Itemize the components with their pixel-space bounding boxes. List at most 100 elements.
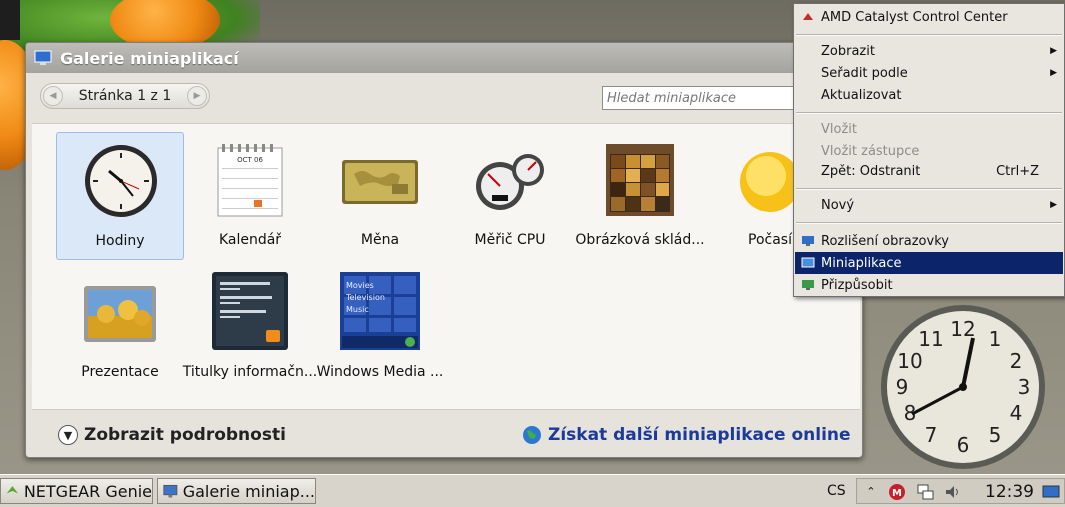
menu-item-vlozit: Vložit (795, 118, 1063, 140)
taskbar-button-label: Galerie miniap... (182, 481, 315, 501)
volume-icon[interactable] (943, 482, 963, 502)
svg-text:3: 3 (1018, 375, 1031, 399)
menu-item-label: Seřadit podle (821, 65, 908, 81)
submenu-arrow-icon: ▶ (1050, 68, 1057, 78)
menu-item-aktualizovat[interactable]: Aktualizovat (795, 84, 1063, 106)
gadget-gallery-window: Galerie miniaplikací ◀ Stránka 1 z 1 ▶ H… (25, 42, 863, 458)
netgear-icon (6, 486, 19, 494)
window-title-bar[interactable]: Galerie miniaplikací (26, 43, 862, 73)
menu-item-rozliseni-obrazovky[interactable]: Rozlišení obrazovky (795, 230, 1063, 252)
menu-separator (796, 222, 1062, 224)
svg-text:9: 9 (896, 375, 909, 399)
chevron-down-icon: ▼ (58, 425, 78, 445)
taskbar-button-netgear[interactable]: NETGEAR Genie (0, 478, 153, 504)
gadget-tile-cpu[interactable]: Měřič CPU (446, 132, 574, 260)
menu-item-novy[interactable]: Nový ▶ (795, 194, 1063, 216)
windows-media-center-icon: Movies Television Music (340, 272, 420, 350)
menu-item-prizpusobit[interactable]: Přizpůsobit (795, 274, 1063, 296)
gadget-tile-mena[interactable]: Měna (316, 132, 444, 260)
menu-item-vlozit-zastupce: Vložit zástupce (795, 140, 1063, 162)
gadget-tile-hodiny[interactable]: Hodiny (56, 132, 184, 260)
search-input[interactable] (602, 86, 802, 110)
show-details-label: Zobrazit podrobnosti (84, 425, 286, 445)
menu-separator (796, 112, 1062, 114)
slideshow-icon (84, 286, 156, 342)
gadget-gallery-icon (34, 50, 52, 65)
svg-text:5: 5 (989, 423, 1002, 447)
show-hidden-icons-icon[interactable]: ⌃ (861, 482, 881, 502)
page-indicator: Stránka 1 z 1 (78, 88, 172, 104)
menu-item-seradit-podle[interactable]: Seřadit podle ▶ (795, 62, 1063, 84)
menu-item-label: Vložit (821, 121, 857, 137)
menu-item-miniaplikace[interactable]: Miniaplikace (795, 252, 1063, 274)
feed-headlines-icon (212, 272, 288, 350)
gadget-label: Kalendář (218, 232, 282, 248)
svg-text:M: M (892, 488, 902, 499)
menu-item-label: Miniaplikace (821, 255, 902, 271)
media-menu-item: Music (346, 305, 369, 314)
desktop-context-menu: AMD Catalyst Control Center Zobrazit ▶ S… (793, 3, 1065, 297)
gadget-tile-puzzle[interactable]: Obrázková sklád... (575, 132, 705, 260)
svg-text:2: 2 (1010, 349, 1023, 373)
menu-item-zpet-odstranit[interactable]: Zpět: Odstranit Ctrl+Z (795, 160, 1063, 182)
gadgets-icon (801, 257, 815, 268)
language-indicator[interactable]: CS (827, 483, 846, 499)
gadget-label: Windows Media ... (316, 364, 444, 380)
gadget-tile-prezentace[interactable]: Prezentace (56, 264, 184, 392)
window-title: Galerie miniaplikací (60, 48, 239, 68)
system-tray: ⌃ M 12:39 (856, 478, 1065, 504)
page-navigator: ◀ Stránka 1 z 1 ▶ (40, 83, 210, 109)
next-page-button[interactable]: ▶ (186, 86, 207, 106)
menu-shortcut: Ctrl+Z (996, 163, 1039, 179)
menu-item-label: Nový (821, 197, 855, 213)
show-details-button[interactable]: ▼ Zobrazit podrobnosti (58, 425, 286, 445)
amd-icon (803, 13, 813, 20)
picture-puzzle-icon (606, 144, 674, 216)
gadget-label: Prezentace (81, 364, 159, 380)
menu-item-amd-catalyst[interactable]: AMD Catalyst Control Center (795, 6, 1063, 28)
gadget-label: Měřič CPU (474, 232, 546, 248)
svg-text:7: 7 (925, 423, 938, 447)
media-menu-item: Television (345, 293, 385, 302)
submenu-arrow-icon: ▶ (1050, 200, 1057, 210)
globe-icon (523, 426, 541, 444)
taskbar: NETGEAR Genie Galerie miniap... CS ⌃ M 1… (0, 474, 1065, 507)
gadget-tile-windows-media[interactable]: Movies Television Music Windows Media ..… (316, 264, 444, 392)
gadget-tile-titulky[interactable]: Titulky informačn... (183, 264, 317, 392)
menu-item-label: Aktualizovat (821, 87, 902, 103)
gadget-tile-kalendar[interactable]: OCT 06 Kalendář (186, 132, 314, 260)
gadget-grid: Hodiny OCT 06 Kalendář Měna Měřič CPU Ob… (32, 123, 860, 410)
wallpaper-shadow (0, 0, 20, 40)
menu-separator (796, 188, 1062, 190)
gadget-label: Titulky informačn... (182, 364, 318, 380)
svg-text:4: 4 (1010, 401, 1023, 425)
svg-text:1: 1 (989, 327, 1002, 351)
personalize-icon (802, 280, 814, 290)
menu-item-label: Přizpůsobit (821, 277, 893, 293)
calendar-icon: OCT 06 (217, 144, 283, 217)
show-desktop-icon[interactable] (1041, 482, 1061, 502)
mcafee-icon[interactable]: M (887, 482, 907, 502)
clock-time[interactable]: 12:39 (985, 482, 1034, 502)
menu-item-label: Rozlišení obrazovky (821, 233, 949, 249)
taskbar-button-label: NETGEAR Genie (23, 481, 152, 501)
previous-page-button[interactable]: ◀ (43, 86, 63, 106)
svg-text:11: 11 (918, 327, 943, 351)
gallery-footer: ▼ Zobrazit podrobnosti Získat další mini… (26, 413, 862, 457)
clock-icon (85, 145, 157, 217)
calendar-month: OCT 06 (237, 156, 263, 164)
taskbar-button-gallery[interactable]: Galerie miniap... (157, 478, 316, 504)
network-icon[interactable] (915, 482, 935, 502)
svg-text:10: 10 (897, 349, 922, 373)
cpu-meter-icon (476, 154, 544, 210)
menu-item-label: Vložit zástupce (821, 143, 920, 159)
submenu-arrow-icon: ▶ (1050, 46, 1057, 56)
desktop-clock-gadget[interactable]: 12 12 345 678 91011 (878, 302, 1048, 472)
svg-text:12: 12 (950, 317, 975, 341)
gadget-gallery-icon (163, 484, 178, 498)
menu-item-label: AMD Catalyst Control Center (821, 9, 1008, 25)
get-more-gadgets-link[interactable]: Získat další miniaplikace online (522, 425, 851, 445)
display-icon (802, 236, 814, 246)
menu-separator (796, 34, 1062, 36)
menu-item-zobrazit[interactable]: Zobrazit ▶ (795, 40, 1063, 62)
